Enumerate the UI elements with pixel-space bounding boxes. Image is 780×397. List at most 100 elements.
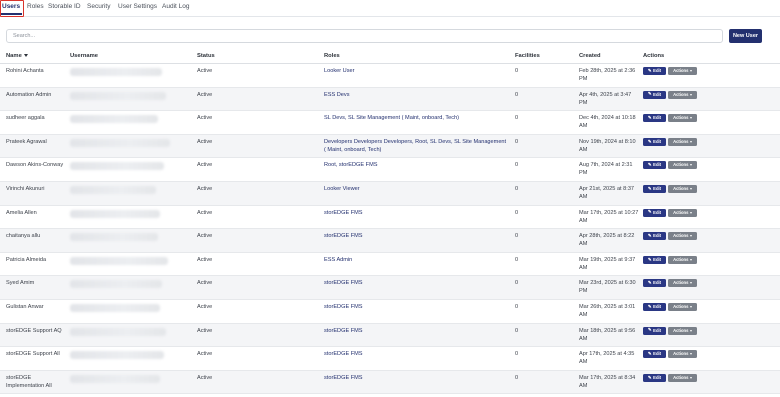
row-actions: ✎ Edit Actions [643,161,697,170]
edit-button[interactable]: ✎ Edit [643,67,666,75]
column-header-username: Username [70,53,99,59]
user-created: Apr 21st, 2025 at 8:37 AM [579,186,635,200]
row-actions: ✎ Edit Actions [643,114,697,123]
actions-dropdown-button[interactable]: Actions [668,303,697,311]
username-redacted [70,138,170,147]
table-row: Gulistan Anwar Active storEDGE FMS 0 Mar 26t… [0,300,780,324]
username-redacted [70,91,166,100]
username-redacted [70,256,168,265]
actions-dropdown-button[interactable]: Actions [668,90,697,99]
column-header-created: Created [579,53,601,59]
edit-button[interactable]: ✎ Edit [643,114,666,123]
actions-dropdown-button[interactable]: Actions [668,350,697,359]
chevron-down-icon [689,329,692,332]
edit-button[interactable]: ✎ Edit [643,303,666,311]
column-header-actions: Actions [643,53,665,59]
column-header-facilities: Facilities [515,53,540,59]
username-redacted [70,115,158,124]
pencil-icon: ✎ [647,303,652,309]
column-header-roles: Roles [324,53,340,59]
user-facilities: 0 [515,233,519,240]
user-name: Amelia Allen [6,209,37,216]
actions-dropdown-button[interactable]: Actions [668,185,697,193]
tab-storable-id[interactable]: Storable ID [48,3,81,11]
edit-button[interactable]: ✎ Edit [643,255,666,264]
pencil-icon: ✎ [647,138,652,144]
edit-label: Edit [653,280,662,286]
pencil-icon: ✎ [647,162,652,168]
actions-dropdown-button[interactable]: Actions [668,326,697,335]
actions-dropdown-button[interactable]: Actions [668,255,697,264]
pencil-icon: ✎ [647,327,652,333]
actions-dropdown-button[interactable]: Actions [668,161,697,170]
chevron-down-icon [689,117,692,120]
actions-dropdown-button[interactable]: Actions [668,67,697,75]
actions-dropdown-button[interactable]: Actions [668,114,697,123]
edit-button[interactable]: ✎ Edit [643,185,666,193]
user-name: Gulistan Anwar [6,304,44,310]
actions-dropdown-button[interactable]: Actions [668,279,697,288]
chevron-down-icon [689,188,692,190]
actions-label: Actions [673,351,689,357]
scrollbar[interactable] [774,17,778,397]
search-box [6,29,723,43]
username-redacted [70,374,160,383]
table-row: Syed Amim Active storEDGE FMS 0 Mar 23rd, 20… [0,276,780,300]
chevron-down-icon [689,306,692,308]
tab-audit-log[interactable]: Audit Log [162,3,189,11]
user-name: chaitanya allu [6,233,41,240]
user-created: Apr 17th, 2025 at 4:35 AM [579,351,635,366]
column-header-name[interactable]: Name [6,53,28,59]
user-facilities: 0 [515,304,519,310]
edit-label: Edit [653,138,662,144]
edit-button[interactable]: ✎ Edit [643,373,666,382]
search-input[interactable] [7,30,722,42]
pencil-icon: ✎ [647,209,652,215]
edit-button[interactable]: ✎ Edit [643,208,666,217]
actions-dropdown-button[interactable]: Actions [668,232,697,241]
chevron-down-icon [689,93,692,96]
username-redacted [70,304,160,312]
user-status: Active [197,162,213,169]
table-row: Amelia Allen Active storEDGE FMS 0 Mar 17th,… [0,206,780,230]
username-redacted [70,209,160,218]
user-roles: storEDGE FMS [324,327,363,334]
user-status: Active [197,186,213,192]
edit-button[interactable]: ✎ Edit [643,137,666,146]
edit-button[interactable]: ✎ Edit [643,350,666,359]
edit-label: Edit [653,115,662,121]
actions-label: Actions [673,138,689,144]
user-created: Mar 17th, 2025 at 8:34 AM [579,374,636,389]
actions-label: Actions [673,374,689,380]
user-name: sudheer aggala [6,115,45,122]
username-redacted [70,162,164,171]
tab-security[interactable]: Security [87,3,110,11]
actions-dropdown-button[interactable]: Actions [668,137,697,146]
table-row: chaitanya allu Active storEDGE FMS 0 Apr 28t… [0,229,780,253]
actions-dropdown-button[interactable]: Actions [668,208,697,217]
row-actions: ✎ Edit Actions [643,137,697,146]
edit-button[interactable]: ✎ Edit [643,326,666,335]
new-user-button[interactable]: New User [729,29,762,43]
edit-button[interactable]: ✎ Edit [643,90,666,99]
edit-label: Edit [653,256,662,262]
user-name: storEDGE Support All [6,351,60,358]
user-created: Feb 28th, 2025 at 2:36 PM [579,68,636,82]
edit-label: Edit [653,304,662,309]
row-actions: ✎ Edit Actions [643,350,697,359]
actions-dropdown-button[interactable]: Actions [668,373,697,382]
row-actions: ✎ Edit Actions [643,67,697,75]
tab-roles[interactable]: Roles [27,3,44,11]
user-name: storEDGE Support AQ [6,327,62,334]
user-status: Active [197,351,213,358]
user-roles: Root, storEDGE FMS [324,162,378,169]
tab-user-settings[interactable]: User Settings [118,3,157,11]
table-row: Virinchi Akunuri Active Looker Viewer 0 Apr … [0,182,780,206]
edit-button[interactable]: ✎ Edit [643,161,666,170]
edit-button[interactable]: ✎ Edit [643,279,666,288]
chevron-down-icon [689,235,692,238]
user-name: Automation Admin [6,91,52,98]
edit-button[interactable]: ✎ Edit [643,232,666,241]
user-roles: storEDGE FMS [324,233,363,240]
table-row: Automation Admin Active ESS Devs 0 Apr 4th, … [0,87,780,112]
